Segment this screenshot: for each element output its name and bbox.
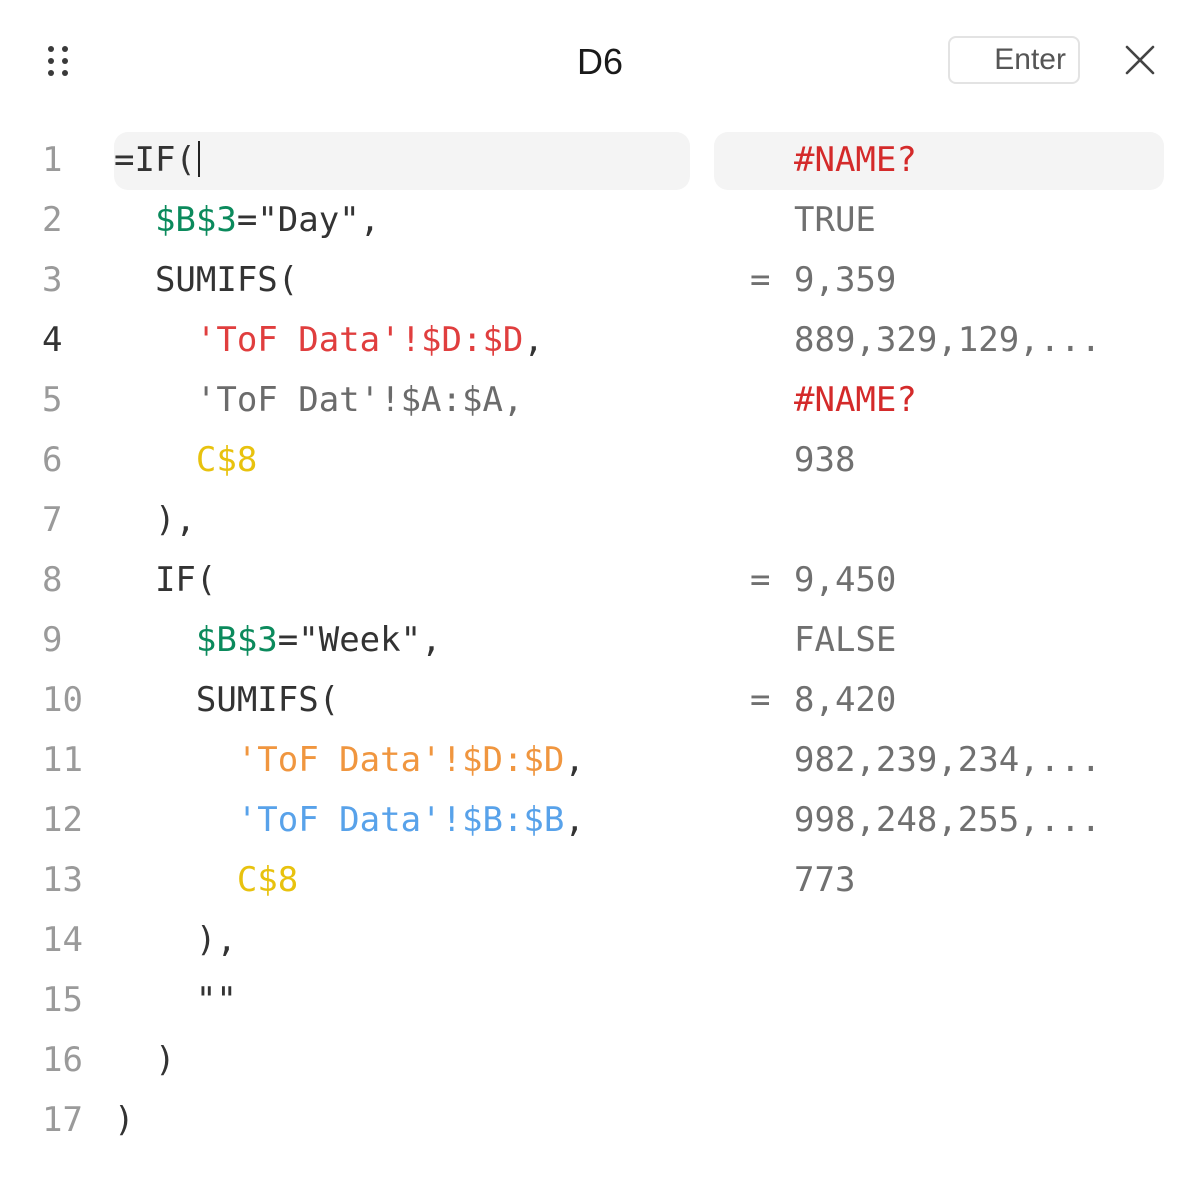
- line-number: 16: [42, 1040, 83, 1080]
- formula-code[interactable]: IF(: [114, 550, 216, 610]
- formula-line[interactable]: 9 $B$3="Week", FALSE: [0, 610, 1200, 670]
- evaluated-result: 998,248,255,...: [794, 800, 1102, 840]
- range-reference: 'ToF Dat'!$A:$A,: [195, 380, 524, 420]
- error-result: #NAME?: [794, 380, 917, 420]
- equals-sign: =: [750, 560, 771, 600]
- formula-code[interactable]: ): [114, 1090, 134, 1150]
- formula-line[interactable]: 14 ),: [0, 910, 1200, 970]
- formula-line[interactable]: 11 'ToF Data'!$D:$D, 982,239,234,...: [0, 730, 1200, 790]
- formula-code[interactable]: 'ToF Dat'!$A:$A,: [114, 370, 524, 430]
- error-result: #NAME?: [794, 140, 917, 180]
- formula-line[interactable]: 15 "": [0, 970, 1200, 1030]
- formula-line[interactable]: 1 =IF( #NAME?: [0, 130, 1200, 190]
- formula-line[interactable]: 7 ),: [0, 490, 1200, 550]
- line-number: 12: [42, 800, 83, 840]
- evaluated-result: 8,420: [794, 680, 897, 720]
- evaluated-result: FALSE: [794, 620, 897, 660]
- formula-token: ): [154, 1040, 176, 1080]
- evaluated-result: 889,329,129,...: [794, 320, 1102, 360]
- formula-token: SUMIFS(: [195, 680, 340, 720]
- evaluated-result: 773: [794, 860, 856, 900]
- formula-code[interactable]: =IF(: [114, 130, 200, 190]
- line-number: 6: [42, 440, 63, 480]
- formula-token: ,: [564, 740, 585, 780]
- formula-line[interactable]: 4 'ToF Data'!$D:$D, 889,329,129,...: [0, 310, 1200, 370]
- formula-token: ="Week",: [277, 620, 442, 660]
- range-reference: $B$3: [195, 620, 278, 660]
- formula-token: ),: [154, 500, 196, 540]
- formula-code[interactable]: 'ToF Data'!$B:$B,: [114, 790, 585, 850]
- equals-sign: =: [750, 680, 771, 720]
- formula-line[interactable]: 5 'ToF Dat'!$A:$A, #NAME?: [0, 370, 1200, 430]
- formula-token: "": [195, 980, 237, 1020]
- range-reference: C$8: [195, 440, 258, 480]
- line-number: 10: [42, 680, 83, 720]
- line-number: 4: [42, 320, 63, 360]
- range-reference: 'ToF Data'!$D:$D: [195, 320, 524, 360]
- formula-code[interactable]: C$8: [114, 850, 298, 910]
- line-number: 8: [42, 560, 63, 600]
- line-number: 11: [42, 740, 83, 780]
- evaluated-result: 982,239,234,...: [794, 740, 1102, 780]
- formula-line[interactable]: 3 SUMIFS( = 9,359: [0, 250, 1200, 310]
- formula-line[interactable]: 10 SUMIFS( = 8,420: [0, 670, 1200, 730]
- formula-code[interactable]: ),: [114, 490, 196, 550]
- formula-code[interactable]: "": [114, 970, 237, 1030]
- formula-line[interactable]: 16 ): [0, 1030, 1200, 1090]
- formula-token: IF(: [154, 560, 217, 600]
- line-number: 1: [42, 140, 63, 180]
- formula-line[interactable]: 12 'ToF Data'!$B:$B, 998,248,255,...: [0, 790, 1200, 850]
- evaluated-result: 9,450: [794, 560, 897, 600]
- formula-line[interactable]: 17): [0, 1090, 1200, 1150]
- formula-code[interactable]: ): [114, 1030, 175, 1090]
- formula-token: =IF(: [114, 140, 196, 180]
- range-reference: C$8: [236, 860, 299, 900]
- line-number: 14: [42, 920, 83, 960]
- range-reference: $B$3: [154, 200, 237, 240]
- formula-code[interactable]: SUMIFS(: [114, 670, 339, 730]
- formula-code[interactable]: ),: [114, 910, 237, 970]
- formula-code[interactable]: 'ToF Data'!$D:$D,: [114, 310, 544, 370]
- formula-token: SUMIFS(: [154, 260, 299, 300]
- formula-line[interactable]: 13 C$8 773: [0, 850, 1200, 910]
- enter-button[interactable]: Enter: [948, 36, 1080, 84]
- line-number: 7: [42, 500, 63, 540]
- formula-code[interactable]: $B$3="Day",: [114, 190, 380, 250]
- formula-token: ): [114, 1100, 135, 1140]
- line-number: 3: [42, 260, 63, 300]
- range-reference: 'ToF Data'!$B:$B: [236, 800, 565, 840]
- equals-sign: =: [750, 260, 771, 300]
- evaluated-result: 938: [794, 440, 856, 480]
- formula-line[interactable]: 6 C$8 938: [0, 430, 1200, 490]
- close-icon[interactable]: [1122, 42, 1158, 78]
- line-number: 17: [42, 1100, 83, 1140]
- formula-token: ="Day",: [236, 200, 381, 240]
- formula-code[interactable]: SUMIFS(: [114, 250, 298, 310]
- formula-code[interactable]: 'ToF Data'!$D:$D,: [114, 730, 585, 790]
- formula-token: ),: [195, 920, 237, 960]
- range-reference: 'ToF Data'!$D:$D: [236, 740, 565, 780]
- line-number: 15: [42, 980, 83, 1020]
- formula-line[interactable]: 2 $B$3="Day", TRUE: [0, 190, 1200, 250]
- formula-token: ,: [523, 320, 544, 360]
- formula-line[interactable]: 8 IF( = 9,450: [0, 550, 1200, 610]
- text-cursor: [197, 141, 200, 177]
- formula-code[interactable]: C$8: [114, 430, 257, 490]
- formula-token: ,: [564, 800, 585, 840]
- editor-header: D6 Enter: [0, 0, 1200, 120]
- line-number: 2: [42, 200, 63, 240]
- line-number: 5: [42, 380, 63, 420]
- evaluated-result: 9,359: [794, 260, 897, 300]
- formula-code[interactable]: $B$3="Week",: [114, 610, 442, 670]
- line-number: 9: [42, 620, 63, 660]
- line-number: 13: [42, 860, 83, 900]
- evaluated-result: TRUE: [794, 200, 876, 240]
